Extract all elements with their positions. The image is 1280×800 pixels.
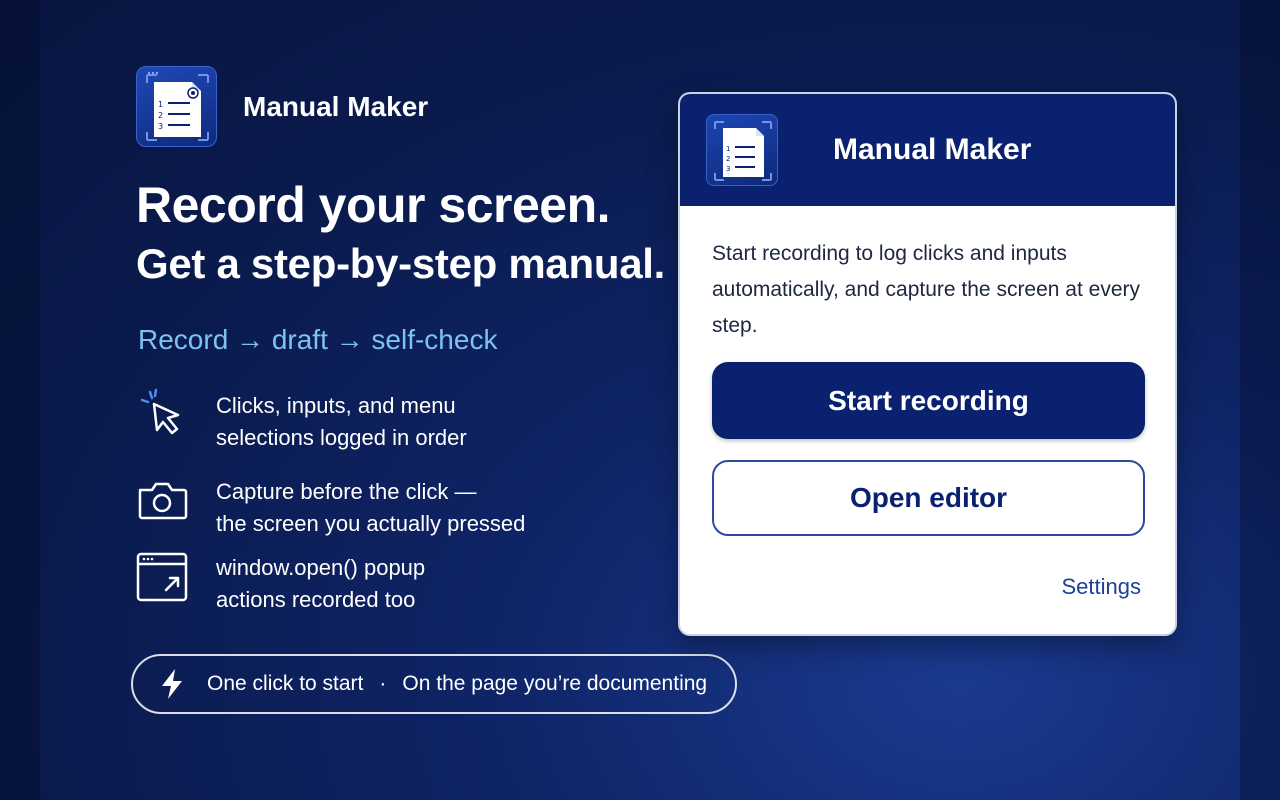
svg-text:3: 3 bbox=[726, 165, 730, 173]
workflow-steps: Record → draft → self-check bbox=[138, 324, 498, 355]
svg-text:1: 1 bbox=[158, 100, 163, 109]
cursor-click-icon bbox=[136, 388, 192, 444]
pill-text-start: One click to start bbox=[207, 672, 364, 695]
feature-popup-recording: window.open() popup actions recorded too bbox=[136, 550, 425, 616]
feature-click-logging: Clicks, inputs, and menu selections logg… bbox=[136, 388, 467, 454]
feature-capture: Capture before the click — the screen yo… bbox=[136, 474, 525, 540]
feature-line: Clicks, inputs, and menu bbox=[216, 393, 456, 418]
brand-header: 1 2 3 Manual Maker bbox=[136, 66, 428, 147]
popup-title: Manual Maker bbox=[833, 133, 1032, 166]
extension-popup: 1 2 3 Manual Maker Start recording to lo… bbox=[678, 92, 1177, 636]
settings-link[interactable]: Settings bbox=[1062, 574, 1142, 600]
headline: Record your screen. Get a step-by-step m… bbox=[136, 176, 665, 288]
lightning-bolt-icon bbox=[159, 668, 185, 700]
svg-text:2: 2 bbox=[726, 155, 730, 163]
pill-separator: · bbox=[379, 672, 387, 695]
headline-line-2: Get a step-by-step manual. bbox=[136, 240, 665, 287]
popup-header: 1 2 3 Manual Maker bbox=[680, 94, 1175, 206]
right-edge-band bbox=[1240, 0, 1280, 800]
popup-description: Start recording to log clicks and inputs… bbox=[712, 242, 1141, 337]
popup-window-icon bbox=[136, 550, 192, 606]
pill-text-page: On the page you’re documenting bbox=[402, 672, 708, 695]
quick-start-pill: One click to start · On the page you’re … bbox=[131, 654, 737, 714]
promo-background: 1 2 3 Manual Maker Record your screen. G… bbox=[0, 0, 1280, 800]
start-recording-button[interactable]: Start recording bbox=[712, 362, 1145, 439]
svg-text:2: 2 bbox=[158, 111, 163, 120]
feature-line: actions recorded too bbox=[216, 587, 416, 612]
brand-name: Manual Maker bbox=[243, 90, 429, 122]
feature-text: Clicks, inputs, and menu selections logg… bbox=[216, 390, 467, 454]
feature-text: Capture before the click — the screen yo… bbox=[216, 476, 525, 540]
feature-text: window.open() popup actions recorded too bbox=[216, 552, 425, 616]
manual-document-icon: 1 2 3 bbox=[706, 114, 778, 186]
feature-line: Capture before the click — bbox=[216, 479, 477, 504]
svg-text:3: 3 bbox=[158, 122, 163, 131]
left-edge-band bbox=[0, 0, 40, 800]
camera-icon bbox=[136, 474, 192, 530]
feature-line: selections logged in order bbox=[216, 425, 467, 450]
manual-document-icon: 1 2 3 bbox=[136, 66, 217, 147]
feature-line: window.open() popup bbox=[216, 555, 426, 580]
feature-line: the screen you actually pressed bbox=[216, 511, 526, 536]
svg-text:1: 1 bbox=[726, 145, 730, 153]
headline-line-1: Record your screen. bbox=[136, 177, 611, 233]
open-editor-button[interactable]: Open editor bbox=[712, 460, 1145, 536]
